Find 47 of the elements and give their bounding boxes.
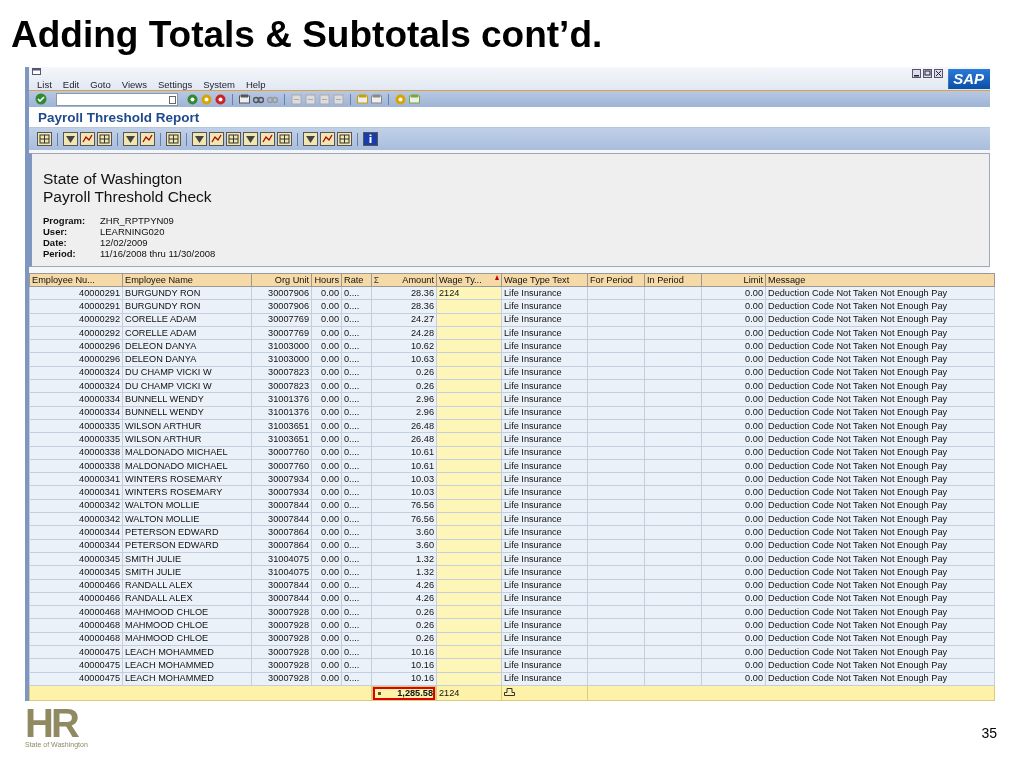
column-header[interactable]: Limit [701, 273, 766, 287]
sort-marker-icon [495, 274, 499, 280]
maximize-icon[interactable] [923, 69, 933, 78]
information-icon[interactable] [363, 132, 378, 146]
subtotal-level-icon [504, 687, 515, 696]
menu-item[interactable]: Edit [62, 79, 80, 90]
column-header[interactable]: Wage Type Text [501, 273, 588, 287]
field-label: Period: [43, 248, 76, 259]
column-header[interactable]: In Period [644, 273, 702, 287]
field-label: User: [43, 226, 68, 237]
logo-letters: HR [25, 705, 78, 741]
page-number: 35 [981, 725, 997, 743]
field-label: Program: [43, 215, 86, 226]
menu-item[interactable]: Views [121, 79, 147, 90]
menu-item[interactable]: System [203, 79, 235, 90]
column-header[interactable]: Wage Ty... [436, 273, 502, 287]
column-header[interactable]: For Period [587, 273, 645, 287]
field-value: 12/02/2009 [100, 237, 148, 248]
column-header[interactable]: Hours [311, 273, 342, 287]
column-header[interactable]: Employee Nu... [29, 273, 123, 287]
field-value: 11/16/2008 thru 11/30/2008 [100, 248, 216, 259]
minimize-icon[interactable] [912, 69, 922, 78]
column-header[interactable]: Org Unit [251, 273, 312, 287]
column-header[interactable]: Rate [341, 273, 372, 287]
enter-icon[interactable] [35, 93, 47, 105]
print-icon[interactable] [239, 93, 250, 105]
sort-ascending-icon[interactable] [63, 132, 78, 146]
field-value: ZHR_RPTPYN09 [100, 215, 174, 226]
column-title: Amount [402, 274, 434, 286]
column-header[interactable]: Message [765, 273, 995, 287]
menu-item[interactable]: Goto [90, 79, 111, 90]
command-field[interactable] [56, 92, 178, 106]
sum-icon [374, 277, 379, 283]
column-header[interactable]: Amount [371, 273, 437, 287]
field-label: Date: [43, 237, 67, 248]
screen-title: Payroll Threshold Report [38, 109, 200, 125]
column-header[interactable]: Employee Name [122, 273, 252, 287]
menu-item[interactable]: List [37, 79, 52, 90]
field-value: LEARNING020 [100, 226, 165, 237]
window-menu-icon[interactable] [32, 68, 42, 76]
report-heading: Payroll Threshold Check [43, 188, 213, 206]
menu-item[interactable]: Settings [157, 79, 193, 90]
close-icon[interactable] [934, 69, 944, 78]
column-title: Wage Ty... [439, 274, 482, 286]
menu-item[interactable]: Help [245, 79, 266, 90]
report-heading: State of Washington [43, 170, 183, 188]
sap-logo: SAP [948, 69, 990, 89]
